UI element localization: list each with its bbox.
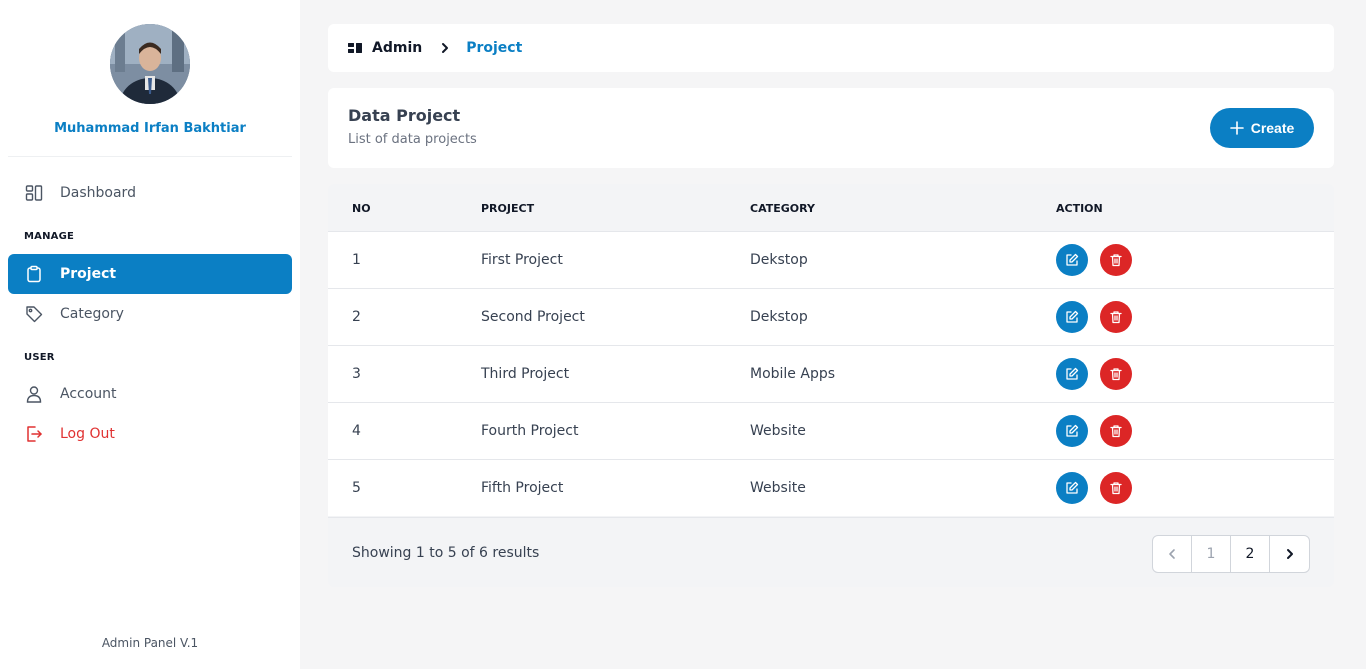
avatar (110, 24, 190, 104)
edit-icon (1066, 481, 1079, 494)
sidebar-item-label: Log Out (60, 426, 115, 442)
row-project: Second Project (481, 309, 585, 325)
user-name: Muhammad Irfan Bakhtiar (54, 121, 246, 136)
chevron-right-icon (1286, 549, 1293, 559)
sidebar-item-category[interactable]: Category (8, 294, 292, 334)
edit-icon (1066, 253, 1079, 266)
breadcrumb-current: Project (466, 40, 523, 56)
trash-icon (1110, 482, 1122, 495)
breadcrumb-home[interactable]: Admin (348, 40, 422, 56)
row-project: Fifth Project (481, 480, 564, 496)
edit-icon (1066, 367, 1079, 380)
logout-icon (24, 424, 44, 444)
create-button[interactable]: Create (1210, 108, 1314, 148)
delete-button[interactable] (1100, 358, 1132, 390)
tag-icon (24, 304, 44, 324)
edit-button[interactable] (1056, 244, 1088, 276)
page-header: Data Project List of data projects Creat… (328, 88, 1334, 168)
row-no: 4 (352, 423, 361, 439)
sidebar-divider (8, 156, 292, 157)
pagination-page-1[interactable]: 1 (1192, 536, 1231, 572)
edit-button[interactable] (1056, 415, 1088, 447)
column-header-project: PROJECT (481, 201, 535, 215)
row-no: 1 (352, 252, 361, 268)
table-row: 2 Second Project Dekstop (328, 288, 1334, 345)
admin-icon (348, 42, 362, 54)
pagination-summary: Showing 1 to 5 of 6 results (352, 545, 540, 561)
clipboard-icon (24, 264, 44, 284)
pagination-page-2[interactable]: 2 (1231, 536, 1270, 572)
sidebar-footer: Admin Panel V.1 (101, 636, 199, 650)
row-category: Website (750, 480, 806, 496)
table-row: 1 First Project Dekstop (328, 231, 1334, 288)
delete-button[interactable] (1100, 244, 1132, 276)
delete-button[interactable] (1100, 472, 1132, 504)
table-footer: Showing 1 to 5 of 6 results 1 2 (328, 517, 1334, 587)
breadcrumb-home-label: Admin (372, 40, 423, 56)
create-button-label: Create (1250, 120, 1295, 136)
row-project: Third Project (481, 366, 570, 382)
row-no: 5 (352, 480, 361, 496)
sidebar-item-account[interactable]: Account (8, 374, 292, 414)
sidebar-item-label: Project (60, 266, 117, 282)
chevron-right-icon (440, 42, 450, 54)
pagination: 1 2 (1152, 535, 1310, 573)
row-category: Website (750, 423, 806, 439)
sidebar-item-project[interactable]: Project (8, 254, 292, 294)
sidebar-item-logout[interactable]: Log Out (8, 414, 292, 454)
table-row: 4 Fourth Project Website (328, 402, 1334, 459)
edit-button[interactable] (1056, 472, 1088, 504)
column-header-no: NO (352, 201, 371, 215)
edit-icon (1066, 424, 1079, 437)
page-title: Data Project (348, 106, 461, 125)
dashboard-icon (24, 183, 44, 203)
user-icon (24, 384, 44, 404)
table-row: 5 Fifth Project Website (328, 459, 1334, 516)
sidebar-item-label: Category (60, 306, 124, 322)
plus-icon (1229, 121, 1244, 135)
projects-table: NO PROJECT CATEGORY ACTION 1 First Proje… (328, 184, 1334, 587)
page-subtitle: List of data projects (348, 132, 477, 147)
table-row: 3 Third Project Mobile Apps (328, 345, 1334, 402)
sidebar: Muhammad Irfan Bakhtiar Dashboard MANAGE… (0, 0, 300, 669)
row-category: Dekstop (750, 252, 808, 268)
row-no: 2 (352, 309, 361, 325)
edit-icon (1066, 310, 1079, 323)
column-header-action: ACTION (1056, 201, 1103, 215)
user-photo-icon (110, 24, 190, 104)
row-category: Mobile Apps (750, 366, 836, 382)
trash-icon (1110, 368, 1122, 381)
delete-button[interactable] (1100, 415, 1132, 447)
edit-button[interactable] (1056, 358, 1088, 390)
row-project: First Project (481, 252, 563, 268)
delete-button[interactable] (1100, 301, 1132, 333)
pagination-prev-button[interactable] (1153, 536, 1192, 572)
pagination-next-button[interactable] (1270, 536, 1309, 572)
section-label-user: USER (24, 352, 55, 363)
sidebar-item-label: Dashboard (60, 185, 136, 201)
trash-icon (1110, 311, 1122, 324)
table-header: NO PROJECT CATEGORY ACTION (328, 184, 1334, 232)
trash-icon (1110, 425, 1122, 438)
row-category: Dekstop (750, 309, 808, 325)
section-label-manage: MANAGE (24, 231, 75, 242)
edit-button[interactable] (1056, 301, 1088, 333)
chevron-left-icon (1169, 549, 1175, 559)
breadcrumb: Admin Project (328, 24, 1334, 72)
column-header-category: CATEGORY (750, 201, 815, 215)
row-project: Fourth Project (481, 423, 579, 439)
row-no: 3 (352, 366, 361, 382)
sidebar-item-label: Account (60, 386, 117, 402)
sidebar-item-dashboard[interactable]: Dashboard (8, 173, 292, 213)
trash-icon (1110, 254, 1122, 267)
